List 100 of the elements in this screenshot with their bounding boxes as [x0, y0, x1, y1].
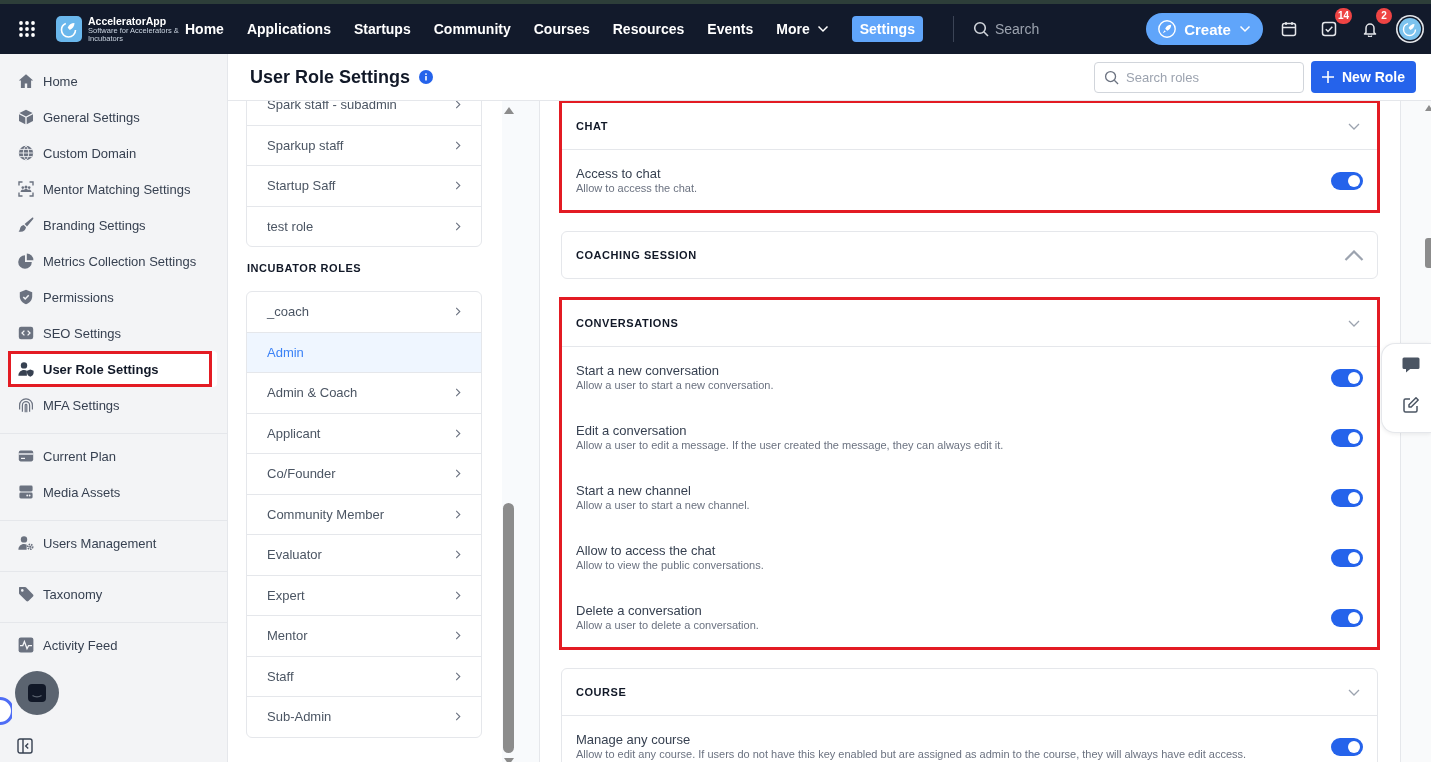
info-icon[interactable]: [419, 70, 434, 84]
chevron-down-icon: [1238, 25, 1251, 33]
role-item[interactable]: Staff: [247, 656, 481, 697]
sidebar-item[interactable]: MFA Settings: [8, 387, 217, 423]
sidebar-item[interactable]: Home: [8, 63, 217, 99]
home-icon: [18, 73, 34, 89]
role-item[interactable]: Co/Founder: [247, 454, 481, 495]
toggle-switch[interactable]: [1331, 488, 1363, 507]
chevron-right-icon: [455, 550, 461, 560]
scroll-up-icon[interactable]: [1425, 105, 1431, 111]
chevron-right-icon: [455, 388, 461, 398]
search-icon: [1104, 69, 1119, 85]
comment-icon[interactable]: [1402, 356, 1420, 374]
role-item[interactable]: Mentor: [247, 616, 481, 657]
chat-icon: [27, 683, 47, 703]
role-item[interactable]: Applicant: [247, 413, 481, 454]
nav-link[interactable]: Courses: [533, 16, 590, 42]
sidebar-item[interactable]: Activity Feed: [8, 627, 217, 663]
collapse-sidebar-icon[interactable]: [17, 738, 33, 754]
scrollbar-thumb[interactable]: [1425, 238, 1431, 268]
sidebar-item[interactable]: Mentor Matching Settings: [8, 171, 217, 207]
plus-icon: [1322, 71, 1334, 83]
new-role-button[interactable]: New Role: [1311, 61, 1416, 93]
toggle-switch[interactable]: [1331, 428, 1363, 447]
role-item[interactable]: Sparkup staff: [247, 125, 481, 166]
nav-link[interactable]: Applications: [246, 16, 331, 42]
permission-title: Manage any course: [576, 732, 692, 747]
apps-grid-icon[interactable]: [19, 21, 35, 37]
sidebar-item[interactable]: Taxonomy: [8, 576, 217, 612]
avatar-icon[interactable]: [1396, 15, 1424, 43]
scroll-up-icon[interactable]: [504, 107, 514, 114]
sidebar-item[interactable]: Metrics Collection Settings: [8, 243, 217, 279]
permission-description: Allow a user to edit a message. If the user created the message, they can always edit it.: [576, 439, 1004, 452]
count-badge: 2: [1376, 8, 1392, 24]
section-title: CHAT: [576, 120, 608, 132]
permission-description: Allow to edit any course. If users do not have this key enabled but are assigned as admin to the course, they will always have edit access.: [576, 748, 1247, 761]
chevron-right-icon: [455, 631, 461, 641]
chevron-right-icon: [455, 221, 461, 231]
chevron-right-icon: [455, 712, 461, 722]
tag-icon: [18, 586, 34, 602]
sidebar-item[interactable]: User Role Settings: [8, 351, 217, 387]
sidebar-item[interactable]: Users Management: [8, 525, 217, 561]
activity-icon: [18, 637, 34, 653]
search-field[interactable]: Search: [994, 21, 1105, 37]
user-gear-icon: [18, 535, 34, 551]
nav-link[interactable]: More: [776, 16, 829, 42]
credit-card-icon: [18, 448, 34, 464]
nav-link[interactable]: Startups: [353, 16, 411, 42]
sidebar-item[interactable]: Media Assets: [8, 474, 217, 510]
nav-link[interactable]: Events: [707, 16, 754, 42]
sidebar-item[interactable]: Current Plan: [8, 438, 217, 474]
chevron-right-icon: [455, 509, 461, 519]
toggle-switch[interactable]: [1331, 368, 1363, 387]
chevron-right-icon: [455, 140, 461, 150]
toggle-switch[interactable]: [1331, 608, 1363, 627]
people-frame-icon: [18, 181, 34, 197]
role-item[interactable]: Evaluator: [247, 535, 481, 576]
edit-icon[interactable]: [1402, 396, 1420, 414]
role-item[interactable]: Community Member: [247, 494, 481, 535]
permission-title: Allow to access the chat: [576, 543, 717, 558]
toggle-switch[interactable]: [1331, 737, 1363, 756]
nav-link[interactable]: Community: [433, 16, 511, 42]
chevron-right-icon: [455, 671, 461, 681]
sidebar-item[interactable]: Branding Settings: [8, 207, 217, 243]
role-item[interactable]: Expert: [247, 575, 481, 616]
role-item[interactable]: _coach: [247, 292, 481, 333]
search-icon: [972, 21, 989, 37]
sidebar-item[interactable]: Permissions: [8, 279, 217, 315]
role-item[interactable]: Admin & Coach: [247, 373, 481, 414]
chevron-right-icon: [455, 181, 461, 191]
section-title: CONVERSATIONS: [576, 317, 679, 329]
shield-check-icon: [18, 289, 34, 305]
role-item[interactable]: test role: [247, 206, 481, 246]
rocket-icon: [1158, 20, 1177, 38]
role-item[interactable]: Startup Saff: [247, 166, 481, 207]
permission-description: Allow a user to start a new channel.: [576, 499, 750, 512]
logo-icon[interactable]: [56, 16, 82, 42]
toggle-switch[interactable]: [1331, 171, 1363, 190]
chevron-down-icon: [816, 25, 829, 33]
sidebar-item[interactable]: SEO Settings: [8, 315, 217, 351]
chevron-right-icon: [455, 101, 461, 110]
task-check-icon[interactable]: [1321, 21, 1337, 37]
toggle-switch[interactable]: [1331, 548, 1363, 567]
nav-link[interactable]: Home: [185, 16, 224, 42]
permission-title: Edit a conversation: [576, 423, 688, 438]
chevron-right-icon: [455, 307, 461, 317]
section-heading: INCUBATOR ROLES: [246, 261, 363, 276]
role-item[interactable]: Sub-Admin: [247, 697, 481, 737]
chevron-right-icon: [455, 590, 461, 600]
code-icon: [18, 325, 34, 341]
search-field[interactable]: Search roles: [1094, 61, 1304, 93]
sidebar-item[interactable]: Custom Domain: [8, 135, 217, 171]
user-shield-icon: [18, 361, 34, 377]
nav-link[interactable]: Resources: [612, 16, 685, 42]
calendar-icon[interactable]: [1281, 21, 1297, 37]
bell-icon[interactable]: [1362, 21, 1378, 37]
sidebar-item[interactable]: General Settings: [8, 99, 217, 135]
count-badge: 14: [1335, 8, 1353, 24]
permission-description: Allow a user to start a new conversation.: [576, 379, 774, 392]
scrollbar-thumb[interactable]: [503, 503, 514, 753]
